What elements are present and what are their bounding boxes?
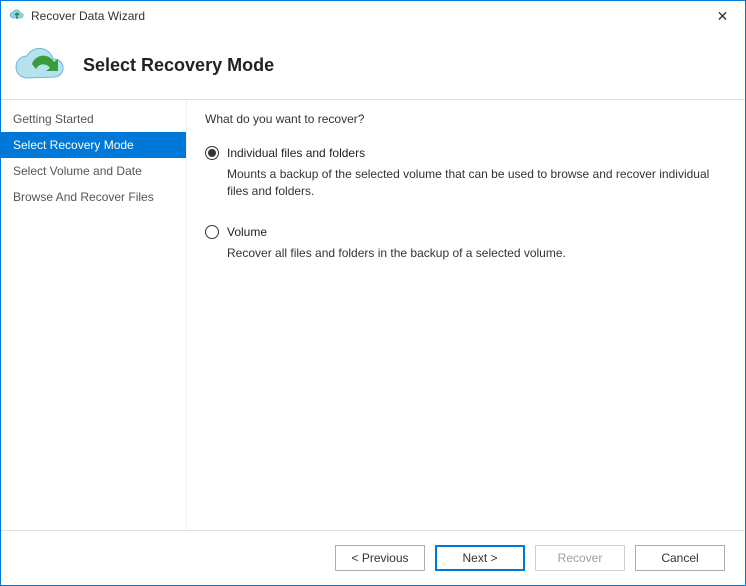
option-row[interactable]: Volume — [205, 225, 725, 239]
option-description: Recover all files and folders in the bac… — [227, 245, 725, 262]
footer: < Previous Next > Recover Cancel — [1, 530, 745, 585]
close-button[interactable]: ✕ — [700, 1, 745, 31]
sidebar-item-select-recovery-mode[interactable]: Select Recovery Mode — [1, 132, 186, 158]
sidebar-item-label: Getting Started — [13, 112, 94, 126]
button-label: < Previous — [351, 551, 408, 565]
window-title: Recover Data Wizard — [31, 9, 145, 23]
body: Getting Started Select Recovery Mode Sel… — [1, 100, 745, 530]
button-label: Cancel — [661, 551, 698, 565]
option-label: Individual files and folders — [227, 146, 365, 160]
radio-unselected-icon[interactable] — [205, 225, 219, 239]
content: What do you want to recover? Individual … — [187, 100, 745, 530]
page-title: Select Recovery Mode — [83, 55, 274, 76]
option-label: Volume — [227, 225, 267, 239]
sidebar-item-label: Select Recovery Mode — [13, 138, 134, 152]
next-button[interactable]: Next > — [435, 545, 525, 571]
titlebar: Recover Data Wizard ✕ — [1, 1, 745, 31]
sidebar-item-getting-started[interactable]: Getting Started — [1, 106, 186, 132]
sidebar-item-browse-recover-files[interactable]: Browse And Recover Files — [1, 184, 186, 210]
button-label: Recover — [558, 551, 603, 565]
sidebar-item-select-volume-date[interactable]: Select Volume and Date — [1, 158, 186, 184]
sidebar-item-label: Select Volume and Date — [13, 164, 142, 178]
content-question: What do you want to recover? — [205, 112, 725, 126]
recover-button: Recover — [535, 545, 625, 571]
header: Select Recovery Mode — [1, 31, 745, 100]
option-individual-files: Individual files and folders Mounts a ba… — [205, 146, 725, 201]
button-label: Next > — [462, 551, 497, 565]
previous-button[interactable]: < Previous — [335, 545, 425, 571]
radio-selected-icon[interactable] — [205, 146, 219, 160]
cloud-recovery-icon — [11, 43, 71, 87]
sidebar-item-label: Browse And Recover Files — [13, 190, 154, 204]
option-row[interactable]: Individual files and folders — [205, 146, 725, 160]
cancel-button[interactable]: Cancel — [635, 545, 725, 571]
wizard-window: Recover Data Wizard ✕ Select Recovery Mo… — [0, 0, 746, 586]
app-icon — [9, 8, 25, 24]
sidebar: Getting Started Select Recovery Mode Sel… — [1, 100, 187, 530]
option-volume: Volume Recover all files and folders in … — [205, 225, 725, 262]
close-icon: ✕ — [717, 8, 729, 25]
option-description: Mounts a backup of the selected volume t… — [227, 166, 725, 201]
